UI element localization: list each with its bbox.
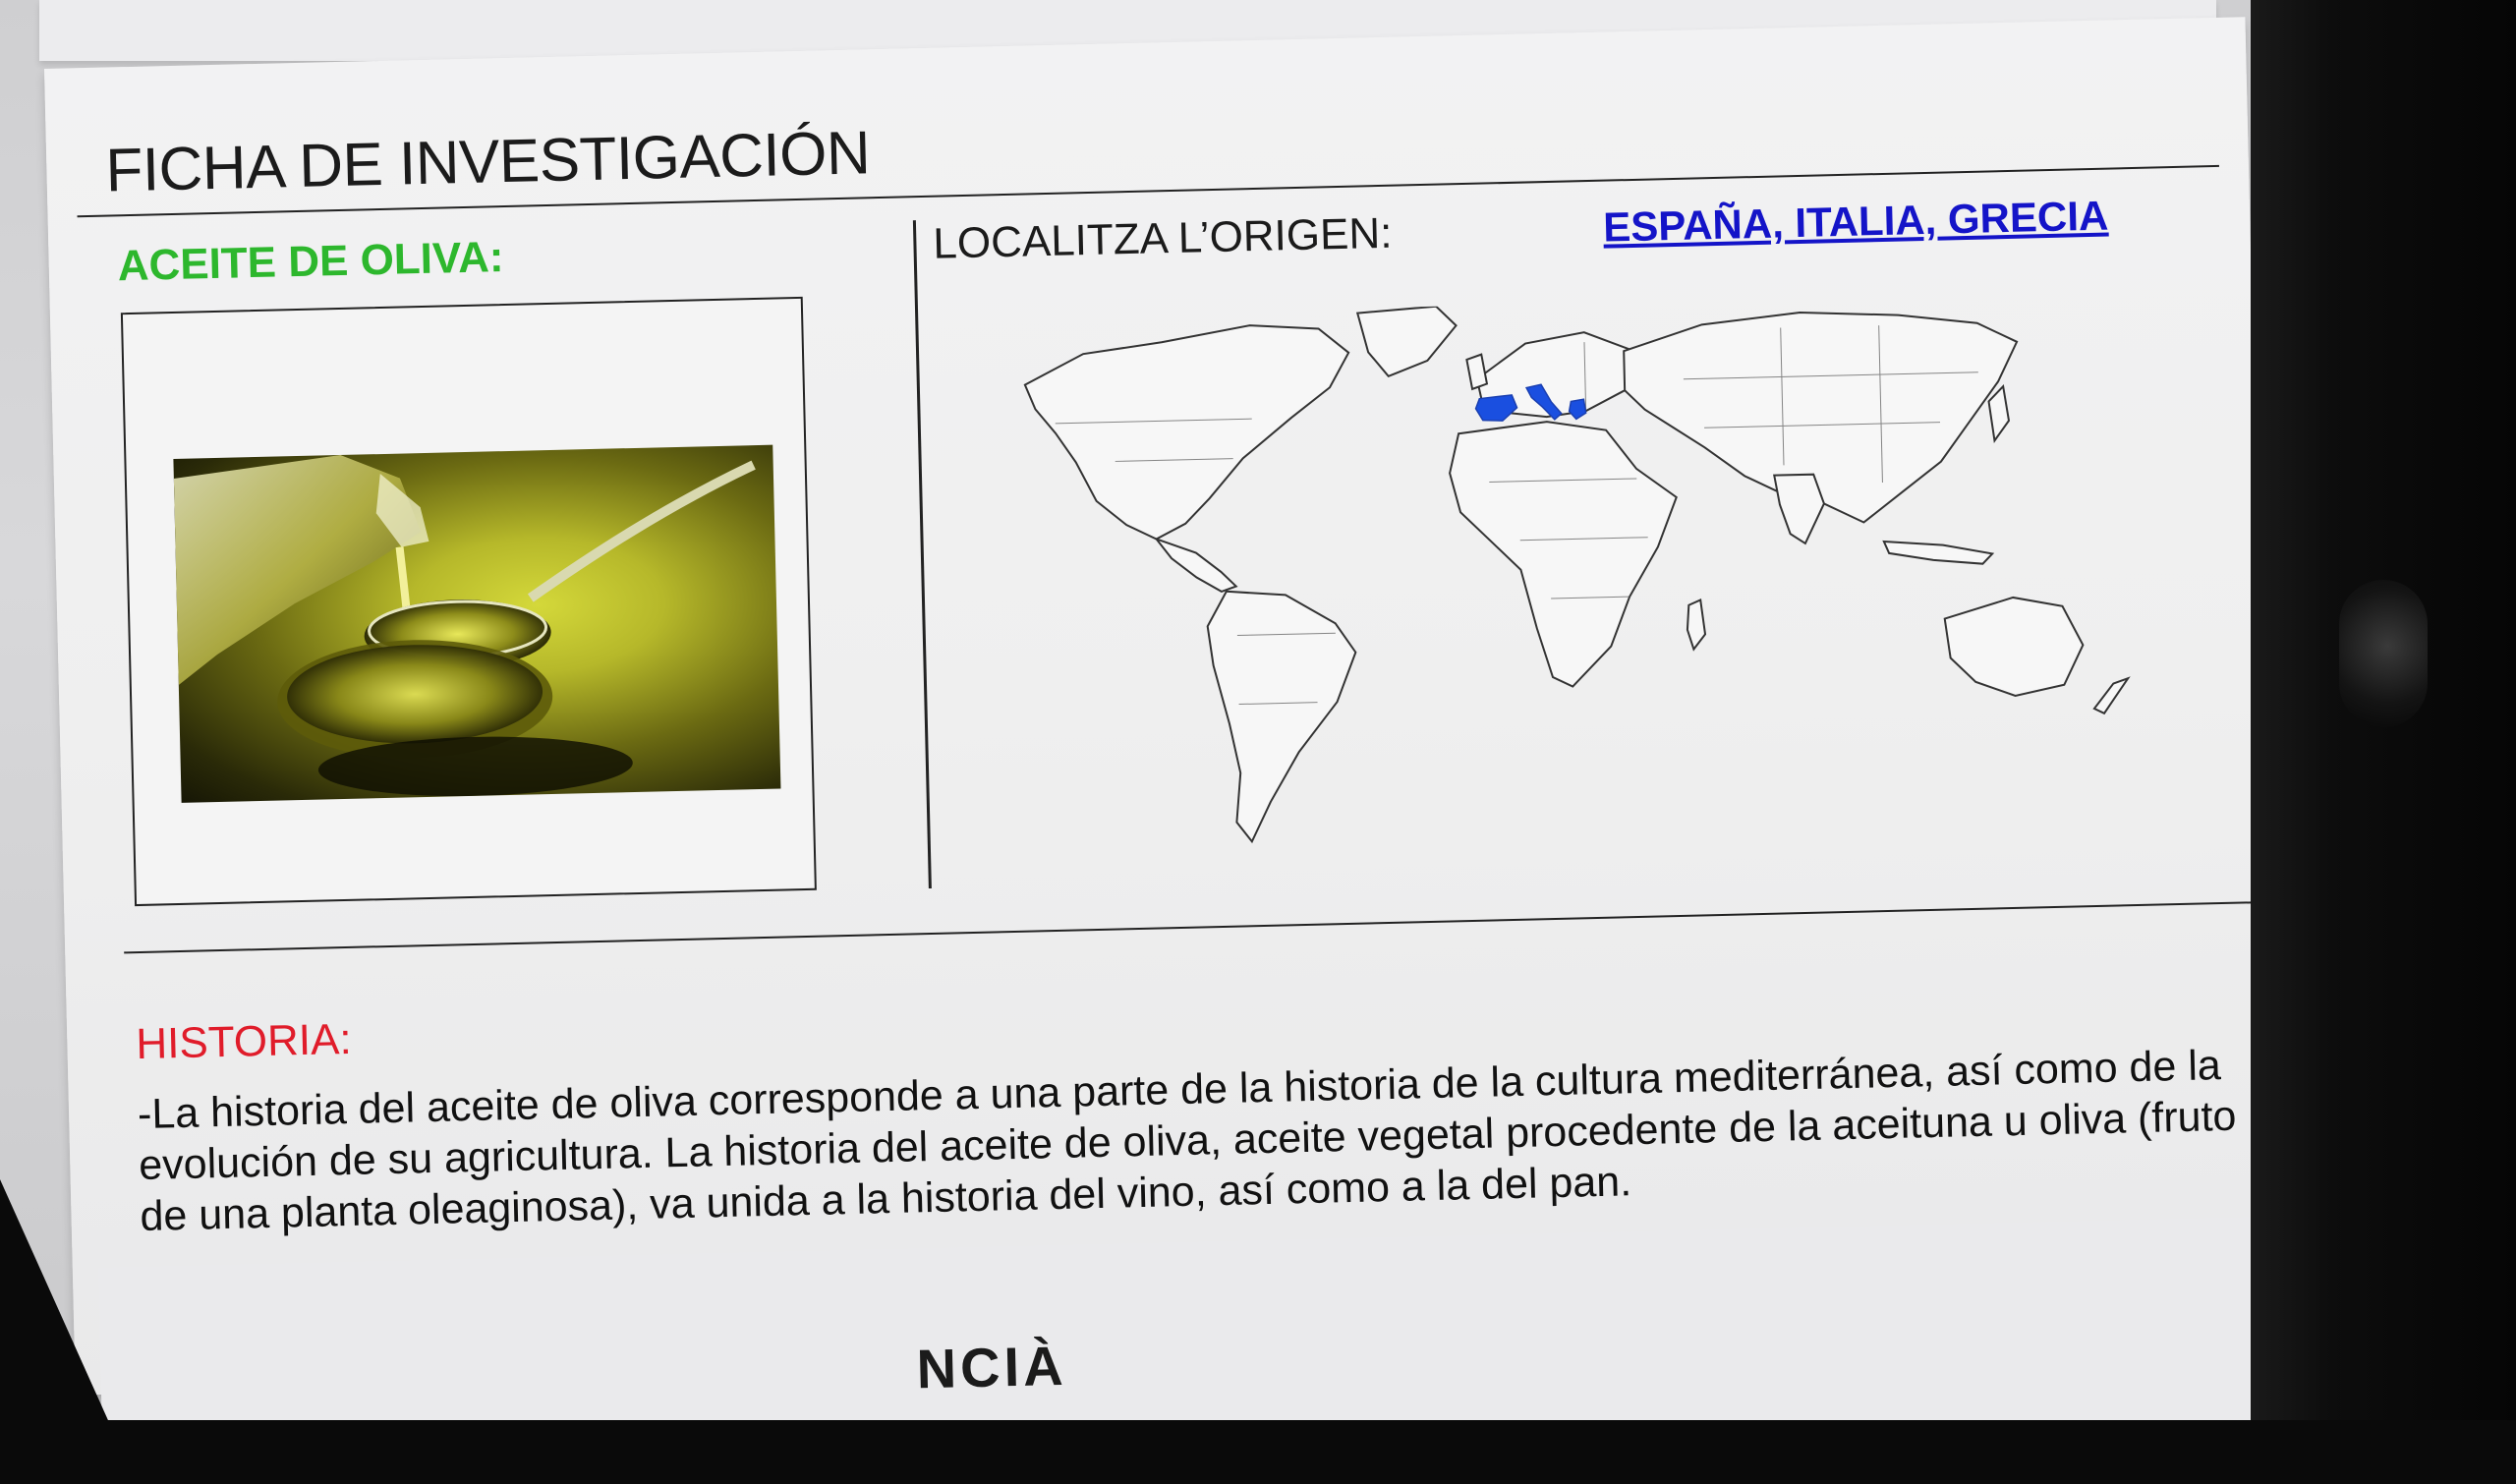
uk-outline: [1465, 353, 1489, 391]
madagascar-outline: [1686, 598, 1707, 652]
research-card: FICHA DE INVESTIGACIÓN ACEITE DE OLIVA: …: [44, 17, 2277, 1396]
locate-label: LOCALITZA L’ORIGEN:: [932, 208, 1393, 268]
indonesia-outline: [1882, 540, 1995, 565]
india-outline: [1773, 473, 1826, 545]
japan-outline: [1987, 383, 2011, 443]
column-divider: [912, 220, 932, 889]
page-title: FICHA DE INVESTIGACIÓN: [104, 119, 871, 205]
screen: FICHA DE INVESTIGACIÓN ACEITE DE OLIVA: …: [0, 0, 2290, 1420]
olive-oil-illustration: [173, 455, 756, 797]
australia-outline: [1943, 596, 2085, 697]
spain-highlight: [1474, 394, 1518, 422]
section-divider: [124, 900, 2266, 954]
africa-outline: [1449, 421, 1678, 688]
history-label: HISTORIA:: [135, 1014, 353, 1069]
new-zealand-outline: [2092, 676, 2131, 715]
origin-link[interactable]: ESPAÑA, ITALIA, GRECIA: [1603, 193, 2109, 252]
history-text: -La historia del aceite de oliva corresp…: [137, 1042, 2237, 1241]
next-section-heading: NCIÀ: [915, 1334, 1068, 1400]
greenland-outline: [1355, 305, 1458, 378]
olive-oil-photo: [173, 444, 781, 803]
greece-highlight: [1568, 398, 1587, 421]
world-map-svg: [1023, 305, 2131, 844]
image-frame: [120, 296, 817, 907]
asia-outline: [1623, 311, 2019, 524]
south-america-outline: [1206, 590, 1357, 844]
product-label: ACEITE DE OLIVA:: [117, 233, 504, 291]
central-america-outline: [1153, 537, 1238, 594]
world-map: [994, 288, 2215, 867]
north-america-outline: [1023, 324, 1350, 541]
device-knob: [2339, 580, 2428, 727]
